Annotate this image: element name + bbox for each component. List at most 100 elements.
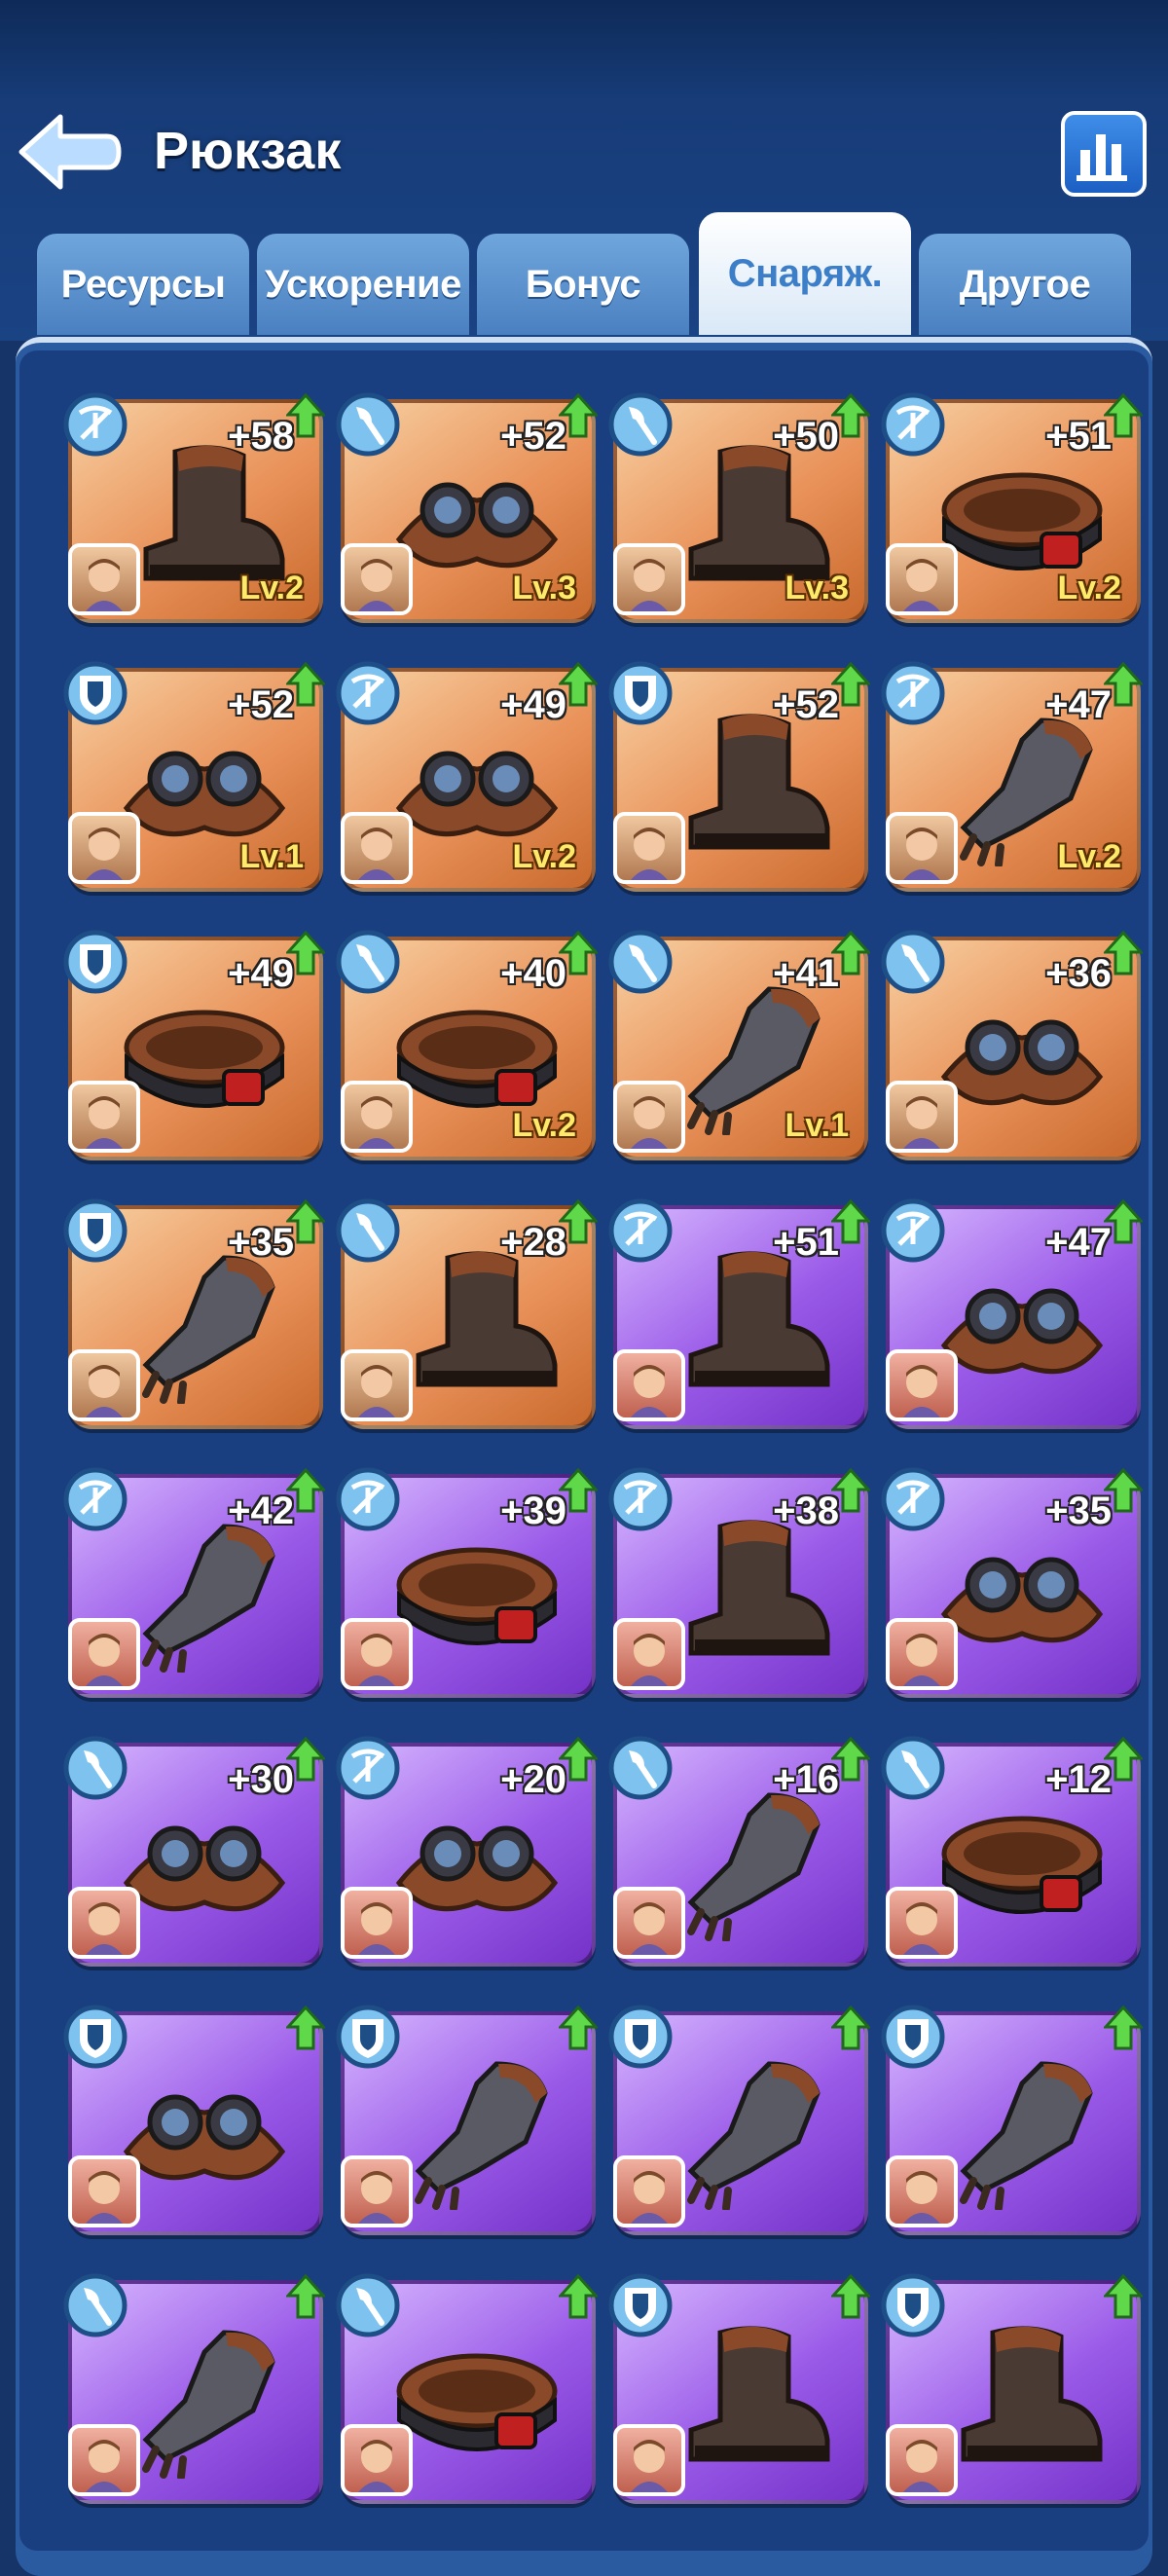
shield-type-icon: [336, 2005, 400, 2069]
hero-face-icon: [358, 1096, 395, 1149]
bonus-value: +30: [228, 1758, 294, 1801]
hero-face-icon: [631, 1365, 668, 1417]
upgrade-arrow-icon: [1104, 1199, 1143, 1244]
hero-portrait: [886, 543, 958, 615]
equipment-slot[interactable]: +52: [608, 661, 870, 892]
bonus-value: +12: [1045, 1758, 1112, 1801]
equipment-slot[interactable]: [63, 2273, 325, 2504]
equipment-slot[interactable]: +39: [336, 1467, 598, 1698]
hero-face-icon: [86, 2440, 123, 2492]
equipment-slot[interactable]: +20: [336, 1736, 598, 1967]
equipment-slot[interactable]: +51: [608, 1198, 870, 1429]
equipment-slot[interactable]: [336, 2005, 598, 2235]
hero-portrait: [613, 1618, 685, 1690]
equipment-slot[interactable]: +52 Lv.3: [336, 392, 598, 623]
hero-face-icon: [903, 1365, 940, 1417]
hero-portrait: [341, 1349, 413, 1421]
tab-bonus[interactable]: Бонус: [477, 234, 689, 335]
stats-button[interactable]: [1061, 111, 1147, 197]
hero-face-icon: [631, 1634, 668, 1686]
equipment-slot[interactable]: [608, 2273, 870, 2504]
equipment-slot[interactable]: [336, 2273, 598, 2504]
hero-face-icon: [631, 828, 668, 880]
upgrade-arrow-icon: [286, 2274, 325, 2319]
hero-face-icon: [903, 1096, 940, 1149]
bonus-value: +28: [500, 1221, 566, 1264]
bonus-value: +41: [773, 952, 839, 995]
equipment-slot[interactable]: +51 Lv.2: [881, 392, 1143, 623]
equipment-slot[interactable]: [63, 2005, 325, 2235]
equipment-slot[interactable]: +28: [336, 1198, 598, 1429]
tab-resources[interactable]: Ресурсы: [37, 234, 249, 335]
equipment-slot[interactable]: +35: [881, 1467, 1143, 1698]
equipment-slot[interactable]: +47: [881, 1198, 1143, 1429]
hero-portrait: [613, 812, 685, 884]
tab-speedup[interactable]: Ускорение: [257, 234, 469, 335]
shield-type-icon: [608, 2273, 673, 2337]
shield-type-icon: [881, 2005, 945, 2069]
equipment-slot[interactable]: [608, 2005, 870, 2235]
upgrade-arrow-icon: [1104, 2006, 1143, 2050]
equipment-slot[interactable]: +50 Lv.3: [608, 392, 870, 623]
equipment-slot[interactable]: +36: [881, 930, 1143, 1160]
hero-face-icon: [86, 1365, 123, 1417]
bonus-value: +35: [228, 1221, 294, 1264]
hero-face-icon: [903, 2171, 940, 2224]
bonus-value: +51: [773, 1221, 839, 1264]
tab-other[interactable]: Другое: [919, 234, 1131, 335]
equipment-slot[interactable]: +49: [63, 930, 325, 1160]
hero-face-icon: [86, 1096, 123, 1149]
hero-portrait: [886, 1349, 958, 1421]
equipment-slot[interactable]: [881, 2005, 1143, 2235]
upgrade-arrow-icon: [831, 1199, 870, 1244]
equipment-slot[interactable]: +40 Lv.2: [336, 930, 598, 1160]
item-level: Lv.1: [785, 1107, 849, 1144]
crossbow-type-icon: [336, 661, 400, 725]
hero-face-icon: [358, 2171, 395, 2224]
equipment-slot[interactable]: [881, 2273, 1143, 2504]
upgrade-arrow-icon: [559, 1737, 598, 1782]
tab-bar: Ресурсы Ускорение Бонус Снаряж. Другое: [37, 212, 1131, 339]
bonus-value: +38: [773, 1490, 839, 1532]
equipment-slot[interactable]: +38: [608, 1467, 870, 1698]
upgrade-arrow-icon: [286, 931, 325, 975]
equipment-slot[interactable]: +47 Lv.2: [881, 661, 1143, 892]
hero-portrait: [68, 2155, 140, 2227]
crossbow-type-icon: [608, 1467, 673, 1531]
upgrade-arrow-icon: [831, 662, 870, 707]
hero-face-icon: [903, 559, 940, 611]
hero-portrait: [341, 1887, 413, 1959]
back-arrow-icon[interactable]: [18, 109, 123, 195]
hero-face-icon: [631, 1096, 668, 1149]
equipment-slot[interactable]: +35: [63, 1198, 325, 1429]
hero-face-icon: [358, 1634, 395, 1686]
upgrade-arrow-icon: [286, 2006, 325, 2050]
equipment-slot[interactable]: +49 Lv.2: [336, 661, 598, 892]
upgrade-arrow-icon: [286, 1737, 325, 1782]
hero-face-icon: [903, 1902, 940, 1955]
hero-face-icon: [358, 559, 395, 611]
item-level: Lv.3: [785, 570, 849, 607]
hero-face-icon: [86, 828, 123, 880]
crossbow-type-icon: [881, 392, 945, 457]
tab-equipment[interactable]: Снаряж.: [699, 212, 911, 335]
hero-portrait: [341, 2155, 413, 2227]
hero-portrait: [68, 812, 140, 884]
upgrade-arrow-icon: [286, 1199, 325, 1244]
bonus-value: +42: [228, 1490, 294, 1532]
equipment-slot[interactable]: +41 Lv.1: [608, 930, 870, 1160]
equipment-slot[interactable]: +30: [63, 1736, 325, 1967]
equipment-slot[interactable]: +58 Lv.2: [63, 392, 325, 623]
hero-face-icon: [631, 2171, 668, 2224]
hero-portrait: [341, 812, 413, 884]
bonus-value: +39: [500, 1490, 566, 1532]
hero-face-icon: [86, 1902, 123, 1955]
upgrade-arrow-icon: [831, 931, 870, 975]
equipment-slot[interactable]: +16: [608, 1736, 870, 1967]
upgrade-arrow-icon: [831, 393, 870, 438]
equipment-slot[interactable]: +52 Lv.1: [63, 661, 325, 892]
axe-type-icon: [608, 930, 673, 994]
equipment-slot[interactable]: +12: [881, 1736, 1143, 1967]
equipment-slot[interactable]: +42: [63, 1467, 325, 1698]
upgrade-arrow-icon: [1104, 1468, 1143, 1513]
